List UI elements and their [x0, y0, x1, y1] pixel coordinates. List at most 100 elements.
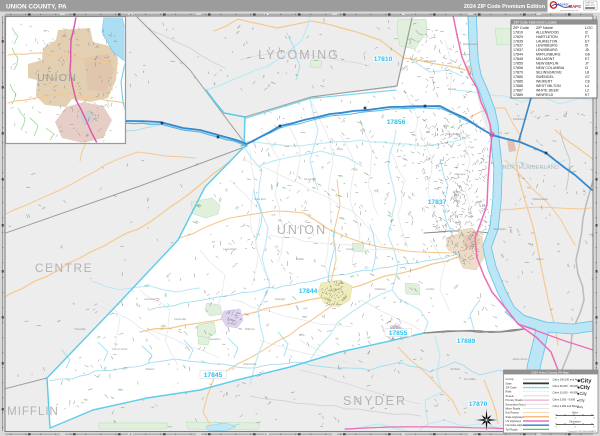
svg-text:Dry Valley: Dry Valley	[464, 377, 476, 381]
svg-text:I3: I3	[585, 66, 588, 70]
svg-text:Centerville: Centerville	[174, 317, 187, 321]
svg-text:NORTHUMBERLAND: NORTHUMBERLAND	[503, 165, 560, 171]
svg-text:Toll Roads: Toll Roads	[506, 427, 519, 431]
svg-text:17886: 17886	[513, 84, 523, 88]
svg-text:L8: L8	[585, 71, 589, 75]
svg-text:Forest Hill: Forest Hill	[304, 177, 316, 181]
svg-text:LYCOMING: LYCOMING	[258, 48, 340, 62]
svg-text:UNION: UNION	[37, 72, 77, 84]
svg-text:●City: ●City	[577, 385, 590, 391]
svg-text:NEW COLUMBIA: NEW COLUMBIA	[536, 66, 565, 70]
svg-text:●City: ●City	[577, 391, 588, 396]
svg-text:State: State	[506, 381, 513, 385]
svg-text:17835: 17835	[513, 39, 523, 43]
svg-text:www.marketmaps.com: www.marketmaps.com	[560, 9, 579, 12]
svg-text:Cities 50,000 - 99,999: Cities 50,000 - 99,999	[553, 384, 579, 388]
svg-text:17855: 17855	[513, 62, 523, 66]
svg-text:17880: 17880	[513, 75, 523, 79]
svg-text:2024 Union County, PA Map: 2024 Union County, PA Map	[531, 371, 569, 375]
svg-text:US Highways: US Highways	[506, 419, 522, 423]
svg-text:UNION: UNION	[277, 223, 327, 237]
svg-text:WHITE DEER: WHITE DEER	[536, 89, 559, 93]
svg-text:State Highways: State Highways	[506, 415, 525, 419]
svg-text:17887: 17887	[513, 89, 523, 93]
svg-text:County: County	[506, 377, 515, 381]
svg-text:17889: 17889	[513, 93, 523, 97]
svg-text:White Deer: White Deer	[446, 132, 459, 136]
svg-text:New Berlin: New Berlin	[390, 326, 403, 330]
svg-text:Buffalo: Buffalo	[296, 257, 305, 261]
svg-text:UNION COUNTY, PA: UNION COUNTY, PA	[6, 3, 67, 10]
svg-text:●City: ●City	[577, 405, 584, 409]
svg-text:Primary Roads: Primary Roads	[506, 398, 524, 402]
svg-text:C8: C8	[585, 80, 590, 84]
svg-text:F7: F7	[585, 35, 589, 39]
svg-text:SELINSGROVE: SELINSGROVE	[536, 71, 562, 75]
svg-text:WEIKERT: WEIKERT	[536, 80, 553, 84]
svg-text:17870: 17870	[469, 401, 488, 408]
svg-text:Montandon: Montandon	[494, 227, 508, 231]
svg-text:17885: 17885	[513, 80, 523, 84]
svg-text:Weikert: Weikert	[146, 367, 155, 371]
svg-text:17844: 17844	[513, 53, 523, 57]
svg-text:ZIP Code: ZIP Code	[506, 386, 517, 390]
svg-text:MIFFLIN: MIFFLIN	[7, 406, 59, 418]
svg-text:Cowan: Cowan	[346, 247, 355, 251]
svg-text:Rails: Rails	[506, 390, 512, 394]
svg-text:West End: West End	[254, 197, 266, 201]
svg-text:Exit Ramps: Exit Ramps	[506, 411, 520, 415]
svg-text:17837: 17837	[513, 44, 523, 48]
svg-text:Swengel: Swengel	[275, 297, 285, 301]
svg-text:17829: 17829	[513, 35, 523, 39]
svg-text:HARTLETON: HARTLETON	[536, 35, 558, 39]
svg-text:Selins Grove: Selins Grove	[513, 357, 528, 361]
svg-text:●City: ●City	[577, 398, 585, 402]
svg-text:17856: 17856	[387, 119, 406, 126]
svg-text:WINFIELD: WINFIELD	[536, 93, 554, 97]
svg-text:E7: E7	[585, 39, 589, 43]
svg-text:Cities 10,000 - 49,999: Cities 10,000 - 49,999	[553, 391, 579, 395]
svg-text:Kratzerville: Kratzerville	[244, 362, 257, 366]
svg-text:MAPS: MAPS	[569, 4, 582, 9]
svg-text:MIFFLINBURG: MIFFLINBURG	[536, 53, 561, 57]
svg-text:17837: 17837	[428, 199, 447, 206]
svg-text:Watsontown: Watsontown	[463, 42, 478, 46]
svg-text:Allenwood: Allenwood	[424, 59, 437, 63]
svg-text:ALLENWOOD: ALLENWOOD	[536, 30, 559, 34]
svg-text:Vicksburg: Vicksburg	[374, 287, 386, 291]
svg-text:17810: 17810	[374, 56, 393, 63]
svg-text:Miles: Miles	[572, 411, 578, 414]
svg-text:Chillisquaque: Chillisquaque	[532, 197, 548, 201]
svg-text:Kelly: Kelly	[337, 147, 343, 151]
svg-text:ZIP Code Index/Grid Locator: ZIP Code Index/Grid Locator	[514, 21, 558, 25]
svg-text:LAURELTON: LAURELTON	[536, 39, 558, 43]
svg-text:17810: 17810	[513, 30, 523, 34]
svg-text:Laurel Park: Laurel Park	[223, 247, 237, 251]
svg-text:2024 ZIP Code Premium Edition: 2024 ZIP Code Premium Edition	[464, 4, 545, 10]
svg-text:Millmont: Millmont	[245, 327, 255, 331]
svg-text:Lochiel: Lochiel	[426, 287, 435, 291]
svg-text:Cities 2,999 and Below: Cities 2,999 and Below	[553, 404, 580, 408]
svg-text:Streets: Streets	[506, 394, 515, 398]
svg-text:L2: L2	[585, 89, 589, 93]
svg-text:17844: 17844	[299, 288, 318, 295]
svg-text:I5: I5	[585, 44, 588, 48]
svg-text:MILLMONT: MILLMONT	[536, 57, 555, 61]
svg-text:LEWISBURG: LEWISBURG	[536, 48, 558, 52]
svg-text:Mazeppa: Mazeppa	[455, 172, 466, 176]
svg-text:Troxelville: Troxelville	[74, 327, 86, 331]
svg-text:G7: G7	[585, 75, 590, 79]
svg-text:17889: 17889	[457, 338, 476, 345]
svg-text:Potts Grove: Potts Grove	[513, 117, 527, 121]
svg-text:J5: J5	[585, 48, 589, 52]
svg-text:Dewart: Dewart	[448, 87, 456, 91]
svg-text:Cities 5,000 - 9,999: Cities 5,000 - 9,999	[553, 397, 576, 401]
svg-text:K7: K7	[585, 93, 589, 97]
svg-text:NEW BERLIN: NEW BERLIN	[536, 62, 559, 66]
svg-text:G6: G6	[585, 53, 590, 57]
svg-text:L4: L4	[585, 84, 589, 88]
svg-text:Kilometers: Kilometers	[569, 420, 581, 423]
svg-text:Laurelton: Laurelton	[210, 337, 221, 341]
svg-text:SWENGEL: SWENGEL	[536, 75, 554, 79]
svg-text:Minor Roads: Minor Roads	[506, 407, 521, 411]
